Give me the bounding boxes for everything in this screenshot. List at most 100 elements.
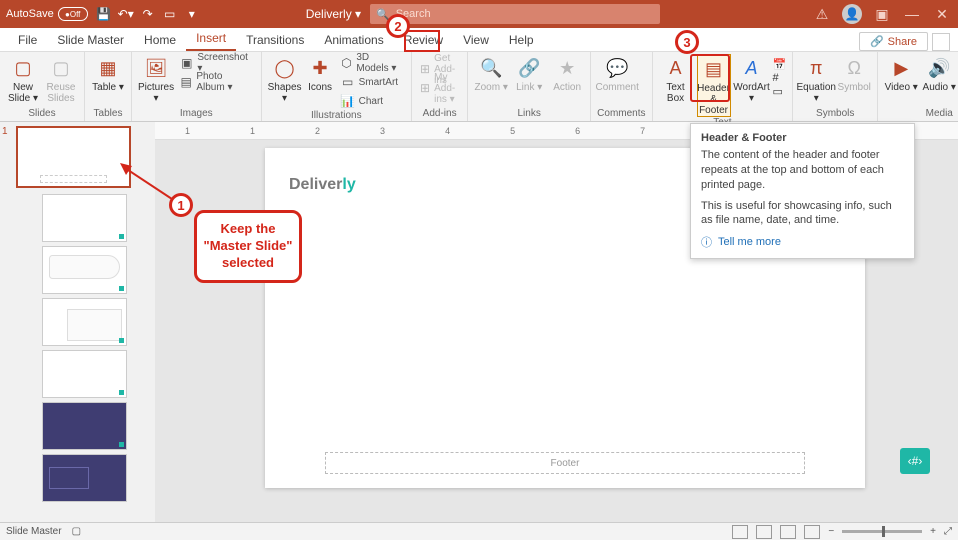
minimize-icon[interactable]: — bbox=[902, 4, 922, 24]
titlebar-left: AutoSave ● Off 💾 ↶▾ ↷ ▭ ▾ Deliverly ▾ bbox=[6, 6, 361, 22]
slide-number-icon[interactable]: # bbox=[773, 72, 787, 84]
zoom-in-icon[interactable]: + bbox=[930, 526, 936, 537]
quick-access-toolbar: 💾 ↶▾ ↷ ▭ ▾ bbox=[96, 6, 200, 22]
photo-album-icon: ▤ bbox=[180, 75, 192, 89]
symbol-icon: Ω bbox=[842, 56, 866, 80]
screenshot-icon: ▣ bbox=[180, 56, 193, 70]
action-button: ★Action bbox=[550, 54, 584, 93]
titlebar-right: ⚠ 👤 ▣ — ✕ bbox=[812, 4, 952, 24]
thumbnail-layout[interactable] bbox=[42, 246, 127, 294]
smartart-icon: ▭ bbox=[341, 75, 355, 89]
redo-icon[interactable]: ↷ bbox=[140, 6, 156, 22]
tell-me-more-link[interactable]: ⓘTell me more bbox=[701, 234, 904, 250]
title-bar: AutoSave ● Off 💾 ↶▾ ↷ ▭ ▾ Deliverly ▾ 🔍 … bbox=[0, 0, 958, 28]
my-addins-icon: ⊞ bbox=[420, 81, 430, 95]
audio-button[interactable]: 🔊Audio ▾ bbox=[922, 54, 956, 93]
header-footer-tooltip: Header & Footer The content of the heade… bbox=[690, 123, 915, 259]
thumbnail-layout[interactable] bbox=[42, 402, 127, 450]
status-mode: Slide Master bbox=[6, 526, 62, 537]
thumbnail-pane[interactable]: 1 bbox=[0, 122, 135, 522]
view-slideshow-icon[interactable] bbox=[804, 525, 820, 539]
comment-icon: 💬 bbox=[605, 56, 629, 80]
photo-album-button[interactable]: ▤Photo Album ▾ bbox=[178, 73, 254, 91]
autosave-label: AutoSave bbox=[6, 8, 54, 20]
footer-placeholder[interactable]: Footer bbox=[325, 452, 805, 474]
icons-button[interactable]: ✚Icons bbox=[306, 54, 335, 93]
undo-icon[interactable]: ↶▾ bbox=[118, 6, 134, 22]
status-bar: Slide Master ▢ − + ⤢ bbox=[0, 522, 958, 540]
chart-button[interactable]: 📊Chart bbox=[339, 92, 405, 110]
smartart-button[interactable]: ▭SmartArt bbox=[339, 73, 405, 91]
tab-home[interactable]: Home bbox=[134, 29, 186, 51]
link-button: 🔗Link ▾ bbox=[512, 54, 546, 93]
group-comments: 💬Comment Comments bbox=[591, 52, 652, 121]
date-time-icon[interactable]: 📅 bbox=[773, 58, 787, 71]
video-button[interactable]: ▶Video ▾ bbox=[884, 54, 918, 93]
notes-icon[interactable]: ▢ bbox=[72, 526, 81, 537]
icons-icon: ✚ bbox=[308, 56, 332, 80]
ribbon-display-icon[interactable]: ▣ bbox=[872, 4, 892, 24]
video-icon: ▶ bbox=[889, 56, 913, 80]
help-badge[interactable]: ‹#› bbox=[900, 448, 930, 474]
wordart-icon: A bbox=[740, 56, 764, 80]
group-tables: ▦Table ▾ Tables bbox=[85, 52, 132, 121]
tab-view[interactable]: View bbox=[453, 29, 499, 51]
group-images: 🖼Pictures ▾ ▣Screenshot ▾ ▤Photo Album ▾… bbox=[132, 52, 262, 121]
wordart-button[interactable]: AWordArt ▾ bbox=[735, 54, 769, 104]
autosave-toggle[interactable]: ● Off bbox=[58, 7, 88, 21]
thumbnail-layout[interactable] bbox=[42, 350, 127, 398]
group-addins: ⊞Get Add-ins ⊞My Add-ins ▾ Add-ins bbox=[412, 52, 468, 121]
thumbnail-layout[interactable] bbox=[42, 298, 127, 346]
group-label-links: Links bbox=[474, 108, 584, 121]
tab-insert[interactable]: Insert bbox=[186, 27, 236, 51]
thumbnail-layout[interactable] bbox=[42, 454, 127, 502]
table-button[interactable]: ▦Table ▾ bbox=[91, 54, 125, 93]
pictures-icon: 🖼 bbox=[144, 56, 168, 80]
search-box[interactable]: 🔍 Search bbox=[370, 4, 660, 24]
start-from-beginning-icon[interactable]: ▭ bbox=[162, 6, 178, 22]
ribbon-tabs: File Slide Master Home Insert Transition… bbox=[0, 28, 958, 52]
fit-icon[interactable]: ⤢ bbox=[944, 526, 952, 537]
document-title[interactable]: Deliverly ▾ bbox=[306, 7, 361, 21]
tab-help[interactable]: Help bbox=[499, 29, 544, 51]
group-media: ▶Video ▾ 🔊Audio ▾ ⏺Scr Reco Media bbox=[878, 52, 958, 121]
annotation-badge-3: 3 bbox=[675, 30, 699, 54]
qat-customize-icon[interactable]: ▾ bbox=[184, 6, 200, 22]
group-slides: ▢New Slide ▾ ▢Reuse Slides Slides bbox=[0, 52, 85, 121]
zoom-slider[interactable] bbox=[842, 530, 922, 533]
thumbnail-layout[interactable] bbox=[42, 194, 127, 242]
group-label-symbols: Symbols bbox=[799, 108, 871, 121]
share-button[interactable]: 🔗 Share bbox=[859, 32, 928, 51]
tab-file[interactable]: File bbox=[8, 29, 47, 51]
master-number: 1 bbox=[2, 126, 8, 137]
pictures-button[interactable]: 🖼Pictures ▾ bbox=[138, 54, 174, 104]
comments-collapse-icon[interactable] bbox=[932, 33, 950, 51]
group-label-comments: Comments bbox=[597, 108, 645, 121]
view-reading-icon[interactable] bbox=[780, 525, 796, 539]
3d-models-button[interactable]: ⬡3D Models ▾ bbox=[339, 54, 405, 72]
text-box-button[interactable]: AText Box bbox=[659, 54, 693, 104]
thumbnail-master[interactable] bbox=[16, 126, 131, 188]
object-icon[interactable]: ▭ bbox=[773, 85, 787, 98]
equation-button[interactable]: πEquation ▾ bbox=[799, 54, 833, 104]
get-addins-icon: ⊞ bbox=[420, 62, 430, 76]
screenshot-button[interactable]: ▣Screenshot ▾ bbox=[178, 54, 254, 72]
view-normal-icon[interactable] bbox=[732, 525, 748, 539]
new-slide-button[interactable]: ▢New Slide ▾ bbox=[6, 54, 40, 104]
tab-transitions[interactable]: Transitions bbox=[236, 29, 314, 51]
ribbon: ▢New Slide ▾ ▢Reuse Slides Slides ▦Table… bbox=[0, 52, 958, 122]
shapes-button[interactable]: ◯Shapes ▾ bbox=[268, 54, 302, 104]
view-sorter-icon[interactable] bbox=[756, 525, 772, 539]
warning-icon[interactable]: ⚠ bbox=[812, 4, 832, 24]
user-avatar[interactable]: 👤 bbox=[842, 4, 862, 24]
autosave-control[interactable]: AutoSave ● Off bbox=[6, 7, 88, 21]
tooltip-title: Header & Footer bbox=[701, 132, 904, 144]
zoom-out-icon[interactable]: − bbox=[828, 526, 834, 537]
zoom-button: 🔍Zoom ▾ bbox=[474, 54, 508, 93]
annotation-highlight-headerfooter bbox=[690, 54, 730, 102]
save-icon[interactable]: 💾 bbox=[96, 6, 112, 22]
tab-animations[interactable]: Animations bbox=[314, 29, 393, 51]
close-icon[interactable]: ✕ bbox=[932, 4, 952, 24]
tab-slide-master[interactable]: Slide Master bbox=[47, 29, 134, 51]
tooltip-paragraph: The content of the header and footer rep… bbox=[701, 148, 904, 193]
